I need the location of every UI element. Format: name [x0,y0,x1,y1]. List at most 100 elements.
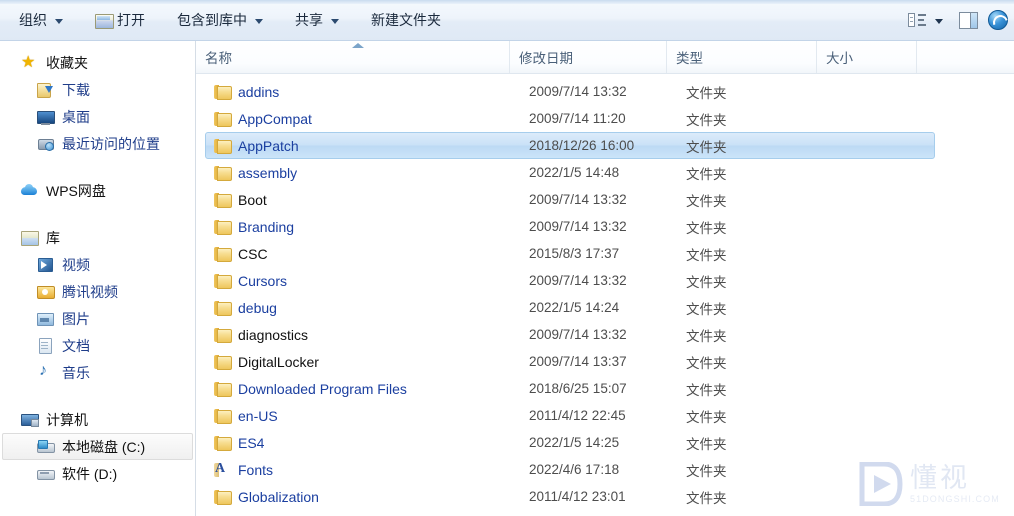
table-row[interactable]: Downloaded Program Files 2018/6/25 15:07 文… [205,375,935,402]
explorer-body: ★ 收藏夹 下载 桌面 最近访问的位置 WPS网盘 库 视频 腾讯视频 图片 文… [0,41,1014,516]
column-header-type[interactable]: 类型 [667,41,817,73]
table-row[interactable]: Cursors 2009/7/14 13:32 文件夹 [205,267,935,294]
include-in-library-button[interactable]: 包含到库中 [166,7,274,34]
cell-type: 文件夹 [686,355,727,371]
table-row[interactable]: Boot 2009/7/14 13:32 文件夹 [205,186,935,213]
open-folder-icon [95,13,114,29]
cell-type: 文件夹 [686,193,727,209]
pictures-icon [37,311,54,327]
sidebar-label: 库 [46,229,60,246]
table-row[interactable]: debug 2022/1/5 14:24 文件夹 [205,294,935,321]
sidebar-item-favorites[interactable]: ★ 收藏夹 [2,49,193,76]
file-name-label: diagnostics [238,326,309,343]
cell-name: diagnostics [206,327,520,343]
cell-date-modified: 2018/6/25 15:07 [529,381,627,396]
sidebar-item-recent-places[interactable]: 最近访问的位置 [2,130,193,157]
file-name-label: Boot [238,191,267,208]
column-label: 大小 [826,51,853,66]
sidebar-item-documents[interactable]: 文档 [2,332,193,359]
folder-icon [214,246,232,262]
folder-icon [214,489,232,505]
table-row[interactable]: diagnostics 2009/7/14 13:32 文件夹 [205,321,935,348]
cell-name: Cursors [206,273,520,289]
column-header-size[interactable]: 大小 [817,41,917,73]
table-row[interactable]: en-US 2011/4/12 22:45 文件夹 [205,402,935,429]
cell-name: debug [206,300,520,316]
column-header-filler [917,41,1014,73]
sidebar-label: 下载 [62,81,90,98]
sidebar-item-downloads[interactable]: 下载 [2,76,193,103]
table-row[interactable]: addins 2009/7/14 13:32 文件夹 [205,78,935,105]
table-row[interactable]: DigitalLocker 2009/7/14 13:37 文件夹 [205,348,935,375]
column-header-row: 名称 修改日期 类型 大小 [196,41,1014,74]
cell-type: 文件夹 [686,463,727,479]
cell-date-modified: 2018/12/26 16:00 [529,138,635,153]
file-name-label: debug [238,299,277,316]
cloud-icon [21,183,38,199]
cell-type: 文件夹 [686,139,727,155]
open-button[interactable]: 打开 [84,7,156,34]
table-row[interactable]: AppCompat 2009/7/14 11:20 文件夹 [205,105,935,132]
share-button[interactable]: 共享 [284,7,350,34]
table-row[interactable]: Branding 2009/7/14 13:32 文件夹 [205,213,935,240]
column-header-date-modified[interactable]: 修改日期 [510,41,667,73]
folder-icon [214,165,232,181]
sidebar-item-pictures[interactable]: 图片 [2,305,193,332]
download-icon [37,82,54,98]
cell-date-modified: 2011/4/12 22:45 [529,408,626,423]
sidebar-item-wps-cloud[interactable]: WPS网盘 [2,177,193,204]
folder-icon [214,111,232,127]
sidebar-item-local-disk-c[interactable]: 本地磁盘 (C:) [2,433,193,460]
cell-name: ES4 [206,435,520,451]
explorer-window: 组织 打开 包含到库中 共享 新建文件夹 ★ 收藏夹 下载 桌面 最近访问的位置… [0,0,1014,516]
file-name-label: assembly [238,164,298,181]
chevron-down-icon [255,18,263,24]
sidebar-item-computer[interactable]: 计算机 [2,406,193,433]
cell-name: Globalization [206,489,520,505]
nav-group-favorites: ★ 收藏夹 下载 桌面 最近访问的位置 [0,49,195,157]
table-row[interactable]: AppPatch 2018/12/26 16:00 文件夹 [205,132,935,159]
column-header-name[interactable]: 名称 [196,41,510,73]
cell-date-modified: 2011/4/12 23:01 [529,489,626,504]
table-row[interactable]: assembly 2022/1/5 14:48 文件夹 [205,159,935,186]
cell-date-modified: 2009/7/14 13:32 [529,192,627,207]
chevron-down-icon[interactable] [935,18,943,24]
nav-gap-2 [0,208,195,224]
open-label: 打开 [117,12,145,28]
sidebar-label: 软件 (D:) [62,465,118,482]
sidebar-item-music[interactable]: 音乐 [2,359,193,386]
preview-pane-icon[interactable] [959,11,978,29]
file-list: addins 2009/7/14 13:32 文件夹 AppCompat 2009/7/… [196,74,1014,516]
file-name-label: Branding [238,218,295,235]
new-folder-button[interactable]: 新建文件夹 [360,7,452,34]
sidebar-item-videos[interactable]: 视频 [2,251,193,278]
cell-type: 文件夹 [686,436,727,452]
sidebar-item-disk-d[interactable]: 软件 (D:) [2,460,193,487]
help-icon[interactable] [988,10,1008,30]
cell-date-modified: 2015/8/3 17:37 [529,246,620,261]
file-name-label: DigitalLocker [238,353,319,370]
column-label: 修改日期 [519,51,573,66]
sidebar-label: 本地磁盘 (C:) [62,438,146,455]
sidebar-item-libraries[interactable]: 库 [2,224,193,251]
table-row[interactable]: ES4 2022/1/5 14:25 文件夹 [205,429,935,456]
cell-type: 文件夹 [686,220,727,236]
cell-type: 文件夹 [686,274,727,290]
view-mode-icon[interactable] [907,12,927,28]
cell-date-modified: 2022/1/5 14:25 [529,435,620,450]
fonts-folder-icon [214,462,230,477]
cell-date-modified: 2022/1/5 14:24 [529,300,620,315]
folder-icon [214,408,232,424]
table-row[interactable]: Globalization 2011/4/12 23:01 文件夹 [205,483,935,510]
file-name-label: CSC [238,245,268,262]
cell-date-modified: 2009/7/14 13:32 [529,219,627,234]
folder-icon [214,381,232,397]
organize-label: 组织 [19,12,47,28]
table-row[interactable]: Fonts 2022/4/6 17:18 文件夹 [205,456,935,483]
cell-name: Downloaded Program Files [206,381,520,397]
sidebar-item-desktop[interactable]: 桌面 [2,103,193,130]
table-row[interactable]: CSC 2015/8/3 17:37 文件夹 [205,240,935,267]
organize-button[interactable]: 组织 [8,7,74,34]
sidebar-item-tencent-video[interactable]: 腾讯视频 [2,278,193,305]
folder-icon [214,300,232,316]
